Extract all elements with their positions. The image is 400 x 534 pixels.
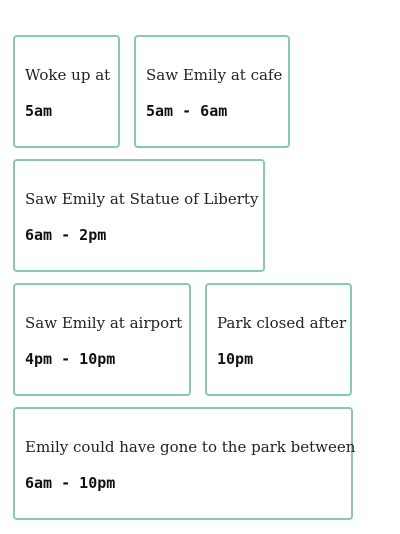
card-label: Saw Emily at airport <box>25 314 183 332</box>
timeline-card-airport: Saw Emily at airport 4pm - 10pm <box>13 283 191 396</box>
card-label: Emily could have gone to the park betwee… <box>25 438 356 456</box>
timeline-card-park-closed: Park closed after 10pm <box>205 283 352 396</box>
timeline-card-answer: Emily could have gone to the park betwee… <box>13 407 356 520</box>
card-value: 10pm <box>217 350 254 368</box>
card-value: 6am - 10pm <box>25 474 116 492</box>
card-label: Woke up at <box>25 66 111 84</box>
card-label: Saw Emily at Statue of Liberty <box>25 190 259 208</box>
timeline-card-woke-up: Woke up at 5am <box>13 35 120 148</box>
timeline-card-statue-of-liberty: Saw Emily at Statue of Liberty 6am - 2pm <box>13 159 265 272</box>
card-value: 5am <box>25 102 53 120</box>
card-label: Park closed after <box>217 314 347 332</box>
card-value: 5am - 6am <box>146 102 228 120</box>
card-label: Saw Emily at cafe <box>146 66 283 84</box>
timeline-card-cafe: Saw Emily at cafe 5am - 6am <box>134 35 290 148</box>
card-value: 6am - 2pm <box>25 226 107 244</box>
card-value: 4pm - 10pm <box>25 350 116 368</box>
